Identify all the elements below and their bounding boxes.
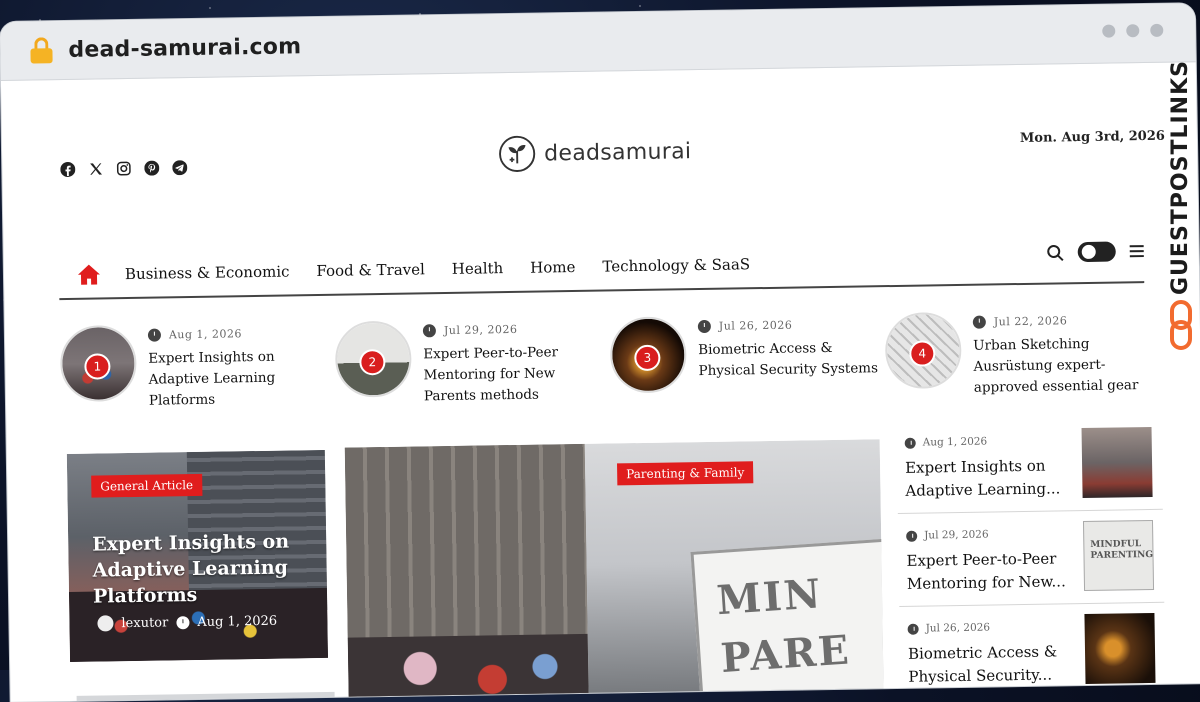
social-links [60,160,188,177]
ticker-title[interactable]: Biometric Access & Physical Security Sys… [698,337,879,382]
post-title[interactable]: Expert Peer-to-Peer Mentoring for New... [906,547,1072,596]
dark-mode-toggle[interactable] [1077,241,1116,263]
clock-icon [906,530,918,542]
featured-card-title[interactable]: Expert Insights on Adaptive Learning Pla… [92,528,313,609]
clock-icon [422,324,437,338]
clock-icon [904,437,916,449]
logo-sprout-icon [499,135,536,172]
facebook-icon[interactable] [60,161,76,177]
page-content: deadsamurai Mon. Aug 3rd, 2026 Business … [1,62,1200,702]
instagram-icon[interactable] [116,161,131,176]
list-item[interactable]: Jul 29, 2026 Expert Peer-to-Peer Mentori… [897,517,1165,607]
clock-icon [697,319,711,334]
nav-item-food-travel[interactable]: Food & Travel [316,260,425,280]
search-icon[interactable] [1047,244,1064,261]
nav-item-business[interactable]: Business & Economic [125,262,290,283]
category-badge[interactable]: General Article [91,473,203,498]
ticker-date: Jul 29, 2026 [443,322,518,338]
thumbnail-label: MINDFUL PARENTING [1090,539,1154,561]
nav-item-technology[interactable]: Technology & SaaS [602,255,750,275]
sign-text: PARE [719,626,853,683]
ticker-item[interactable]: 3 Jul 26, 2026 Biometric Access & Physic… [609,303,879,397]
pinterest-icon[interactable] [144,160,160,176]
x-icon[interactable] [88,161,103,176]
main-navigation: Business & Economic Food & Travel Health… [58,237,1145,301]
post-thumbnail[interactable] [1084,612,1156,685]
watermark-text: GUESTPOSTLINKS [1168,60,1193,295]
window-dot-icon[interactable] [1102,24,1116,38]
browser-window: dead-samurai.com deadsamurai Mon. Aug 3r… [0,3,1200,702]
ticker-date: Jul 22, 2026 [993,314,1068,329]
logo-text: deadsamurai [543,138,692,166]
clock-icon [907,623,919,635]
ticker-item[interactable]: 2 Jul 29, 2026 Expert Peer-to-Peer Mento… [334,308,601,404]
telegram-icon[interactable] [172,160,188,176]
window-controls [1102,23,1164,38]
home-icon[interactable] [77,263,101,285]
window-dot-icon[interactable] [1126,24,1140,38]
current-date: Mon. Aug 3rd, 2026 [1019,128,1165,146]
clock-icon [176,615,190,629]
avatar [97,615,114,632]
post-thumbnail[interactable] [1081,426,1153,499]
sidebar-post-list: Aug 1, 2026 Expert Insights on Adaptive … [896,424,1166,702]
sign-graphic: MIN PARE [690,537,884,702]
post-title[interactable]: Expert Insights on Adaptive Learning... [905,454,1071,503]
clock-icon [147,328,162,342]
list-item[interactable]: Aug 1, 2026 Expert Insights on Adaptive … [896,424,1163,514]
featured-card[interactable]: General Article Expert Insights on Adapt… [66,449,329,662]
hero-image-left[interactable] [344,443,589,702]
nav-item-health[interactable]: Health [452,259,504,278]
nav-tools [1047,241,1144,263]
url-text[interactable]: dead-samurai.com [68,34,301,63]
lock-icon [30,37,53,64]
ticker-item[interactable]: 1 Aug 1, 2026 Expert Insights on Adaptiv… [59,312,326,409]
trending-ticker: 1 Aug 1, 2026 Expert Insights on Adaptiv… [59,299,1161,409]
next-card-image[interactable] [76,691,335,702]
nav-item-home[interactable]: Home [530,258,575,277]
ticker-date: Aug 1, 2026 [168,327,243,342]
ticker-title[interactable]: Expert Peer-to-Peer Mentoring for New Pa… [423,342,604,408]
author-name[interactable]: lexutor [121,615,168,631]
site-logo[interactable]: deadsamurai [498,132,692,173]
gear-icon [1081,244,1096,260]
sign-text: MIN [715,570,824,625]
chain-link-icon [1170,300,1192,350]
post-date: Aug 1, 2026 [922,435,988,449]
post-date: Jul 26, 2026 [925,621,991,635]
featured-card-meta: lexutor Aug 1, 2026 [97,613,277,632]
window-dot-icon[interactable] [1150,23,1164,37]
menu-icon[interactable] [1129,245,1144,258]
post-date: Aug 1, 2026 [197,613,278,630]
post-title[interactable]: Biometric Access & Physical Security... [908,640,1074,689]
clock-icon [972,315,986,329]
ticker-title[interactable]: Expert Insights on Adaptive Learning Pla… [148,346,329,412]
post-thumbnail[interactable]: MINDFUL PARENTING [1082,519,1155,592]
ticker-item[interactable]: 4 Jul 22, 2026 Urban Sketching Ausrüstun… [884,299,1151,396]
category-badge[interactable]: Parenting & Family [617,461,754,486]
hero-slider[interactable]: MIN PARE Parenting & Family [344,439,884,702]
watermark: GUESTPOSTLINKS [1160,60,1200,360]
list-item[interactable]: Jul 26, 2026 Biometric Access & Physical… [899,610,1166,700]
ticker-title[interactable]: Urban Sketching Ausrüstung expert-approv… [973,333,1154,399]
post-date: Jul 29, 2026 [924,528,989,542]
ticker-date: Jul 26, 2026 [718,318,793,333]
